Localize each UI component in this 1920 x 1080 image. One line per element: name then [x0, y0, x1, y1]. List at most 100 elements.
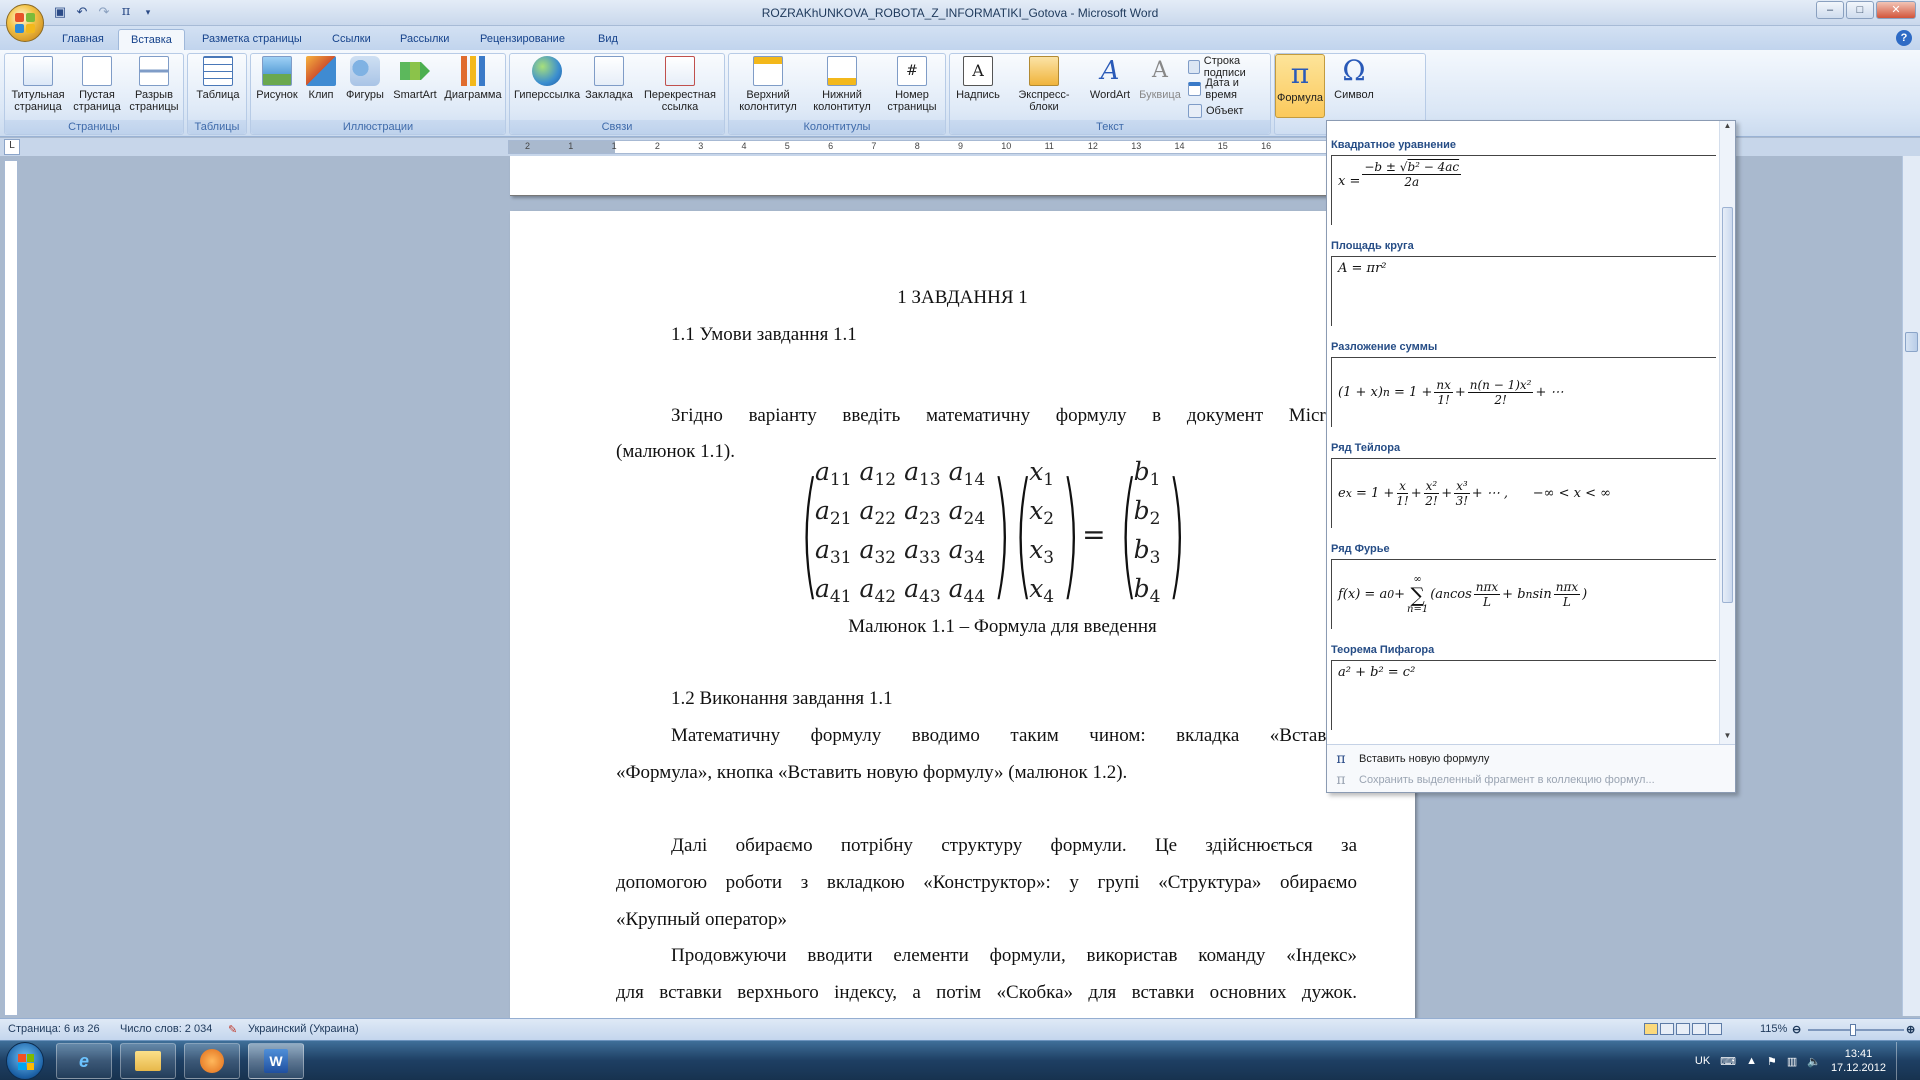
insert-new-equation-item[interactable]: π Вставить новую формулу	[1333, 749, 1489, 769]
paren-open-a: (	[800, 453, 819, 614]
start-button[interactable]	[6, 1042, 44, 1080]
drop-cap-button[interactable]: A Буквица	[1136, 56, 1184, 102]
blank-page-button[interactable]: Пустая страница	[71, 56, 123, 113]
help-icon[interactable]: ?	[1896, 30, 1912, 46]
ruler-mark: 3	[698, 141, 704, 151]
vertical-scrollbar[interactable]	[1902, 156, 1920, 1016]
save-selection-item[interactable]: π Сохранить выделенный фрагмент в коллек…	[1333, 770, 1654, 790]
horizontal-ruler[interactable]: 2 1 1 2 3 4 5 6 7 8 9 10 11 12 13 14 15 16	[508, 140, 1328, 154]
scroll-up-icon[interactable]: ▲	[1720, 121, 1735, 135]
footer-button[interactable]: Нижний колонтитул	[807, 56, 877, 113]
object-button[interactable]: Объект	[1188, 102, 1243, 120]
minimize-button[interactable]: –	[1816, 1, 1844, 19]
chevron-up-icon[interactable]: ▲	[1746, 1055, 1757, 1067]
matrix-cell: a34	[948, 534, 986, 568]
gallery-item-circle-area[interactable]: Площадь круга A = πr²	[1331, 240, 1716, 326]
gallery-item-pythagoras[interactable]: Теорема Пифагора a² + b² = c²	[1331, 644, 1716, 730]
tab-review[interactable]: Рецензирование	[468, 29, 577, 50]
clock[interactable]: 13:41 17.12.2012	[1831, 1047, 1886, 1075]
flag-icon[interactable]: ⚑	[1767, 1055, 1777, 1068]
keyboard-icon[interactable]: ⌨	[1720, 1055, 1736, 1068]
page-break-button[interactable]: Разрыв страницы	[127, 56, 181, 113]
word-taskbar-button[interactable]: W	[248, 1043, 304, 1079]
scroll-thumb[interactable]	[1905, 332, 1918, 352]
equation-button[interactable]: π Формула	[1275, 54, 1325, 118]
matrix-cell: a22	[859, 495, 897, 529]
ruler-mark: 16	[1261, 141, 1272, 151]
office-button[interactable]	[6, 4, 44, 42]
text-box-button[interactable]: A Надпись	[954, 56, 1002, 101]
tab-home[interactable]: Главная	[50, 29, 116, 50]
paragraph-3-line-1: Далі обираємо потрібну структуру формули…	[671, 835, 1357, 856]
table-button[interactable]: Таблица	[192, 56, 244, 101]
tab-selector[interactable]: L	[4, 139, 20, 155]
gallery-item-title: Площадь круга	[1331, 240, 1414, 252]
document-page[interactable]: 1 ЗАВДАННЯ 1 1.1 Умови завдання 1.1 Згід…	[510, 211, 1415, 1018]
symbol-button[interactable]: Ω Символ	[1329, 56, 1379, 102]
table-icon	[203, 56, 233, 86]
network-icon[interactable]: ▥	[1787, 1055, 1797, 1068]
picture-button[interactable]: Рисунок	[255, 56, 299, 101]
header-button[interactable]: Верхний колонтитул	[733, 56, 803, 113]
drop-cap-icon: A	[1152, 58, 1168, 83]
word-count[interactable]: Число слов: 2 034	[120, 1023, 212, 1035]
ruler-mark: 4	[741, 141, 747, 151]
scroll-down-icon[interactable]: ▼	[1720, 731, 1735, 745]
wordart-button[interactable]: A WordArt	[1086, 56, 1134, 101]
group-label-illustrations: Иллюстрации	[251, 120, 505, 134]
ruler-mark: 2	[654, 141, 660, 151]
subheading-2: 1.2 Виконання завдання 1.1	[671, 688, 893, 709]
quick-parts-button[interactable]: Экспресс-блоки	[1006, 56, 1082, 113]
outline-view-icon[interactable]	[1692, 1023, 1706, 1035]
draft-view-icon[interactable]	[1708, 1023, 1722, 1035]
smartart-button[interactable]: SmartArt	[391, 56, 439, 101]
tab-view[interactable]: Вид	[586, 29, 630, 50]
page-count[interactable]: Страница: 6 из 26	[8, 1023, 100, 1035]
gallery-scroll-thumb[interactable]	[1722, 207, 1733, 603]
internet-explorer-taskbar-button[interactable]: e	[56, 1043, 112, 1079]
tab-page-layout[interactable]: Разметка страницы	[190, 29, 314, 50]
tab-insert[interactable]: Вставка	[118, 29, 185, 50]
ruler-mark: 7	[871, 141, 877, 151]
zoom-out-icon[interactable]: ⊖	[1792, 1023, 1801, 1036]
vertical-ruler[interactable]	[4, 160, 18, 1016]
gallery-item-quadratic[interactable]: Квадратное уравнение x = −b ± √b² − 4ac 2…	[1331, 139, 1716, 225]
chart-button[interactable]: Диаграмма	[443, 56, 503, 101]
close-button[interactable]: ✕	[1876, 1, 1916, 19]
group-illustrations: Рисунок Клип Фигуры SmartArt Диаграмма И…	[250, 53, 506, 135]
shapes-button[interactable]: Фигуры	[343, 56, 387, 101]
full-screen-view-icon[interactable]	[1660, 1023, 1674, 1035]
group-text: A Надпись Экспресс-блоки A WordArt A Бук…	[949, 53, 1271, 135]
print-layout-view-icon[interactable]	[1644, 1023, 1658, 1035]
web-layout-view-icon[interactable]	[1676, 1023, 1690, 1035]
tab-references[interactable]: Ссылки	[320, 29, 383, 50]
date-time-button[interactable]: Дата и время	[1188, 77, 1270, 101]
spelling-icon[interactable]: ✎	[228, 1023, 237, 1036]
cross-reference-button[interactable]: Перекрестная ссылка	[638, 56, 722, 113]
zoom-slider-knob[interactable]	[1850, 1024, 1856, 1036]
gallery-item-fourier[interactable]: Ряд Фурье f(x) = a0 + ∞ ∑ n=1 (a n cos nπx L…	[1331, 543, 1716, 629]
cover-page-button[interactable]: Титульная страница	[9, 56, 67, 113]
language-indicator[interactable]: Украинский (Украина)	[248, 1023, 359, 1035]
gallery-item-binomial[interactable]: Разложение суммы (1 + x) n = 1 + nx 1! + n…	[1331, 341, 1716, 427]
tab-mailings[interactable]: Рассылки	[388, 29, 461, 50]
hyperlink-button[interactable]: Гиперссылка	[514, 56, 580, 101]
gallery-item-taylor[interactable]: Ряд Тейлора ex = 1 + x 1! + x² 2! + x³ 3! +…	[1331, 442, 1716, 528]
blank-page-icon	[82, 56, 112, 86]
show-desktop-button[interactable]	[1896, 1042, 1908, 1080]
gallery-scrollbar[interactable]: ▲ ▼	[1719, 121, 1735, 745]
signature-line-button[interactable]: Строка подписи	[1188, 55, 1270, 79]
picture-icon	[262, 56, 292, 86]
volume-icon[interactable]: 🔈	[1807, 1055, 1821, 1068]
zoom-slider[interactable]	[1808, 1024, 1904, 1036]
zoom-level[interactable]: 115%	[1760, 1023, 1787, 1035]
matrix-equation[interactable]: ( a11 a12 a13 a14 a21 a22 a23 a24 a31 a32 a33 a34 a4…	[793, 453, 1186, 614]
maximize-button[interactable]: □	[1846, 1, 1874, 19]
page-number-button[interactable]: # Номер страницы	[881, 56, 943, 113]
media-player-taskbar-button[interactable]	[184, 1043, 240, 1079]
bookmark-button[interactable]: Закладка	[584, 56, 634, 101]
clip-art-button[interactable]: Клип	[303, 56, 339, 101]
explorer-taskbar-button[interactable]	[120, 1043, 176, 1079]
language-indicator-tray[interactable]: UK	[1695, 1055, 1710, 1067]
zoom-in-icon[interactable]: ⊕	[1906, 1023, 1915, 1036]
